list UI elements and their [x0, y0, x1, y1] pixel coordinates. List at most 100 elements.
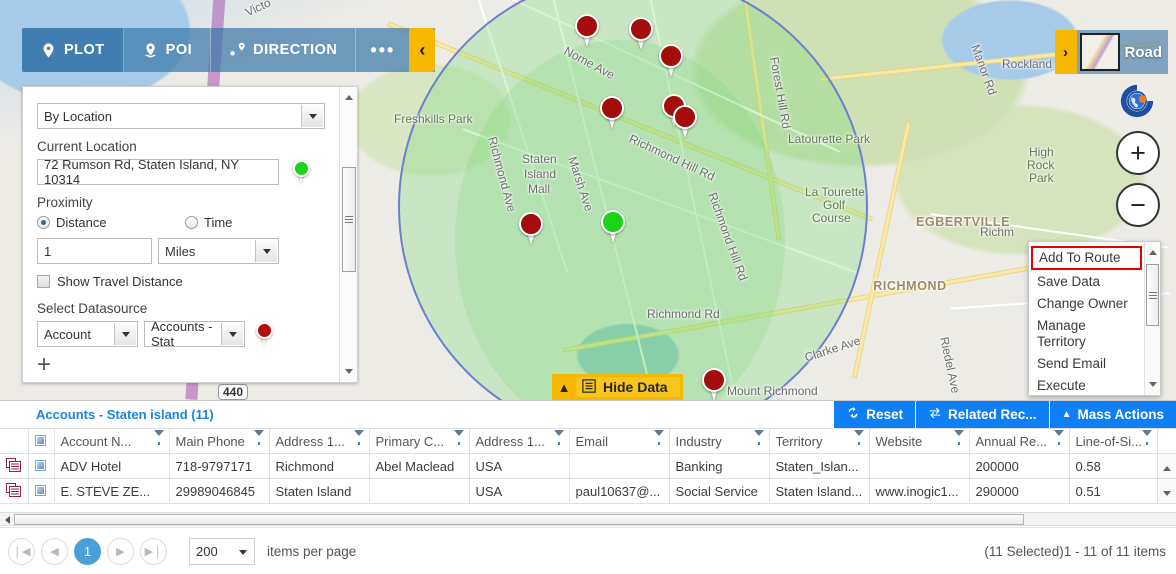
- zoom-out-button[interactable]: −: [1116, 183, 1160, 227]
- filter-icon[interactable]: [453, 430, 464, 451]
- map-pin[interactable]: [629, 17, 655, 51]
- panel-scrollbar[interactable]: [339, 87, 357, 382]
- column-header[interactable]: Address 1...: [468, 428, 570, 454]
- first-page-button[interactable]: ❘◀: [8, 537, 35, 565]
- map-type-expand-icon[interactable]: ›: [1054, 30, 1077, 74]
- column-header[interactable]: Primary C...: [368, 428, 470, 454]
- row-open-record-button[interactable]: [0, 453, 29, 479]
- current-location-label: Current Location: [37, 139, 137, 154]
- table-cell: [368, 478, 470, 504]
- grid-vscroll-cell[interactable]: [1156, 453, 1176, 479]
- radio-time[interactable]: Time: [185, 215, 232, 230]
- tab-plot[interactable]: PLOT: [22, 28, 124, 72]
- distance-unit-select[interactable]: Miles: [158, 238, 279, 264]
- column-header[interactable]: Address 1...: [268, 428, 370, 454]
- scroll-down-icon[interactable]: [340, 363, 358, 380]
- show-travel-distance-checkbox[interactable]: Show Travel Distance: [37, 274, 325, 289]
- column-header-label: Address 1...: [275, 433, 345, 449]
- filter-icon[interactable]: [153, 430, 164, 451]
- current-location-input[interactable]: 72 Rumson Rd, Staten Island, NY 10314: [37, 157, 279, 187]
- radio-distance[interactable]: Distance: [37, 215, 185, 230]
- datasource-entity-select[interactable]: Account: [37, 321, 138, 347]
- row-checkbox[interactable]: [27, 478, 55, 504]
- prev-page-button[interactable]: ◀: [41, 537, 68, 565]
- row-open-record-button[interactable]: [0, 478, 29, 504]
- scroll-up-icon[interactable]: [1145, 244, 1160, 261]
- locate-globe-icon[interactable]: [1118, 82, 1156, 120]
- map-pin[interactable]: [673, 105, 699, 139]
- row-checkbox[interactable]: [27, 453, 55, 479]
- menu-item[interactable]: Add To Route: [1031, 246, 1142, 270]
- map-canvas[interactable]: Freshkills Park Nome Ave Rockland Ave Fores…: [0, 0, 1176, 400]
- column-header[interactable]: Annual Re...: [968, 428, 1070, 454]
- filter-icon[interactable]: [353, 430, 364, 451]
- filter-icon[interactable]: [553, 430, 564, 451]
- scroll-left-icon[interactable]: [1, 514, 13, 525]
- scroll-down-icon[interactable]: [1145, 376, 1160, 393]
- menu-scrollbar[interactable]: [1144, 242, 1160, 395]
- plot-mode-select[interactable]: By Location: [37, 103, 325, 129]
- proximity-mode-row: Distance Time: [37, 215, 325, 230]
- column-header[interactable]: Territory: [768, 428, 870, 454]
- table-header-row: Account N... Main Phone Address 1... Primar…: [0, 428, 1176, 454]
- map-type-selector[interactable]: › Road: [1054, 30, 1168, 74]
- mass-actions-menu[interactable]: Add To Route Save Data Change Owner Manage …: [1028, 241, 1161, 396]
- distance-unit-value: Miles: [165, 243, 196, 259]
- reset-button[interactable]: Reset: [833, 401, 916, 428]
- map-pin[interactable]: [575, 14, 601, 48]
- filter-icon[interactable]: [753, 430, 764, 451]
- table-cell: [868, 453, 970, 479]
- map-pin[interactable]: [659, 44, 685, 78]
- filter-icon[interactable]: [253, 430, 264, 451]
- distance-value-input[interactable]: 1: [37, 238, 152, 264]
- menu-item[interactable]: Save Data: [1029, 271, 1144, 293]
- column-header[interactable]: Line-of-Si...: [1068, 428, 1158, 454]
- panel-scroll-thumb[interactable]: [342, 167, 356, 272]
- column-header[interactable]: Main Phone: [168, 428, 270, 454]
- select-all-header[interactable]: [27, 428, 55, 454]
- page-size-select[interactable]: 200: [189, 537, 255, 565]
- next-page-button[interactable]: ▶: [107, 537, 134, 565]
- mass-actions-label: Mass Actions: [1077, 407, 1164, 422]
- filter-icon[interactable]: [1141, 430, 1152, 451]
- map-pin[interactable]: [702, 368, 728, 400]
- mass-actions-button[interactable]: ▲ Mass Actions: [1048, 401, 1176, 428]
- menu-item[interactable]: Execute: [1029, 375, 1144, 395]
- filter-icon[interactable]: [653, 430, 664, 451]
- panel-collapse-button[interactable]: ‹: [409, 28, 436, 72]
- related-records-button[interactable]: Related Rec...: [915, 401, 1049, 428]
- scroll-up-icon[interactable]: [340, 89, 357, 106]
- map-toolbar[interactable]: PLOT POI DIRECTION ••• ‹: [22, 28, 436, 72]
- table-row[interactable]: E. STEVE ZE... 29989046845 Staten Island US…: [0, 478, 1176, 504]
- filter-icon[interactable]: [953, 430, 964, 451]
- radio-time-icon: [185, 216, 198, 229]
- page-number-button[interactable]: 1: [74, 537, 101, 565]
- map-pin[interactable]: [600, 96, 626, 130]
- map-pin[interactable]: [519, 212, 545, 246]
- menu-item[interactable]: Change Owner: [1029, 293, 1144, 315]
- datasource-view-select[interactable]: Accounts - Stat: [144, 319, 245, 349]
- chevron-down-icon: [221, 323, 243, 345]
- map-pin[interactable]: [601, 210, 627, 244]
- toolbar-more-button[interactable]: •••: [356, 28, 409, 72]
- table-row[interactable]: ADV Hotel 718-9797171 Richmond Abel Maclead…: [0, 453, 1176, 479]
- grid-vscroll-cell[interactable]: [1156, 478, 1176, 504]
- tab-poi[interactable]: POI: [124, 28, 212, 72]
- menu-scroll-thumb[interactable]: [1146, 264, 1159, 326]
- tab-direction[interactable]: DIRECTION: [211, 28, 357, 72]
- zoom-in-button[interactable]: +: [1116, 131, 1160, 175]
- filter-icon[interactable]: [1053, 430, 1064, 451]
- last-page-button[interactable]: ▶❘: [140, 537, 167, 565]
- column-header[interactable]: Website: [868, 428, 970, 454]
- hide-data-button[interactable]: ▲ Hide Data: [552, 374, 683, 400]
- filter-icon[interactable]: [853, 430, 864, 451]
- grid-hscroll-thumb[interactable]: [14, 514, 1024, 525]
- plot-settings-panel[interactable]: By Location Current Location 72 Rumson R…: [22, 86, 358, 383]
- column-header[interactable]: Industry: [668, 428, 770, 454]
- add-datasource-button[interactable]: +: [37, 353, 57, 377]
- menu-item[interactable]: Manage Territory: [1029, 315, 1144, 353]
- grid-horizontal-scrollbar[interactable]: [0, 512, 1176, 526]
- column-header[interactable]: Email: [568, 428, 670, 454]
- menu-item[interactable]: Send Email: [1029, 353, 1144, 375]
- column-header[interactable]: Account N...: [53, 428, 170, 454]
